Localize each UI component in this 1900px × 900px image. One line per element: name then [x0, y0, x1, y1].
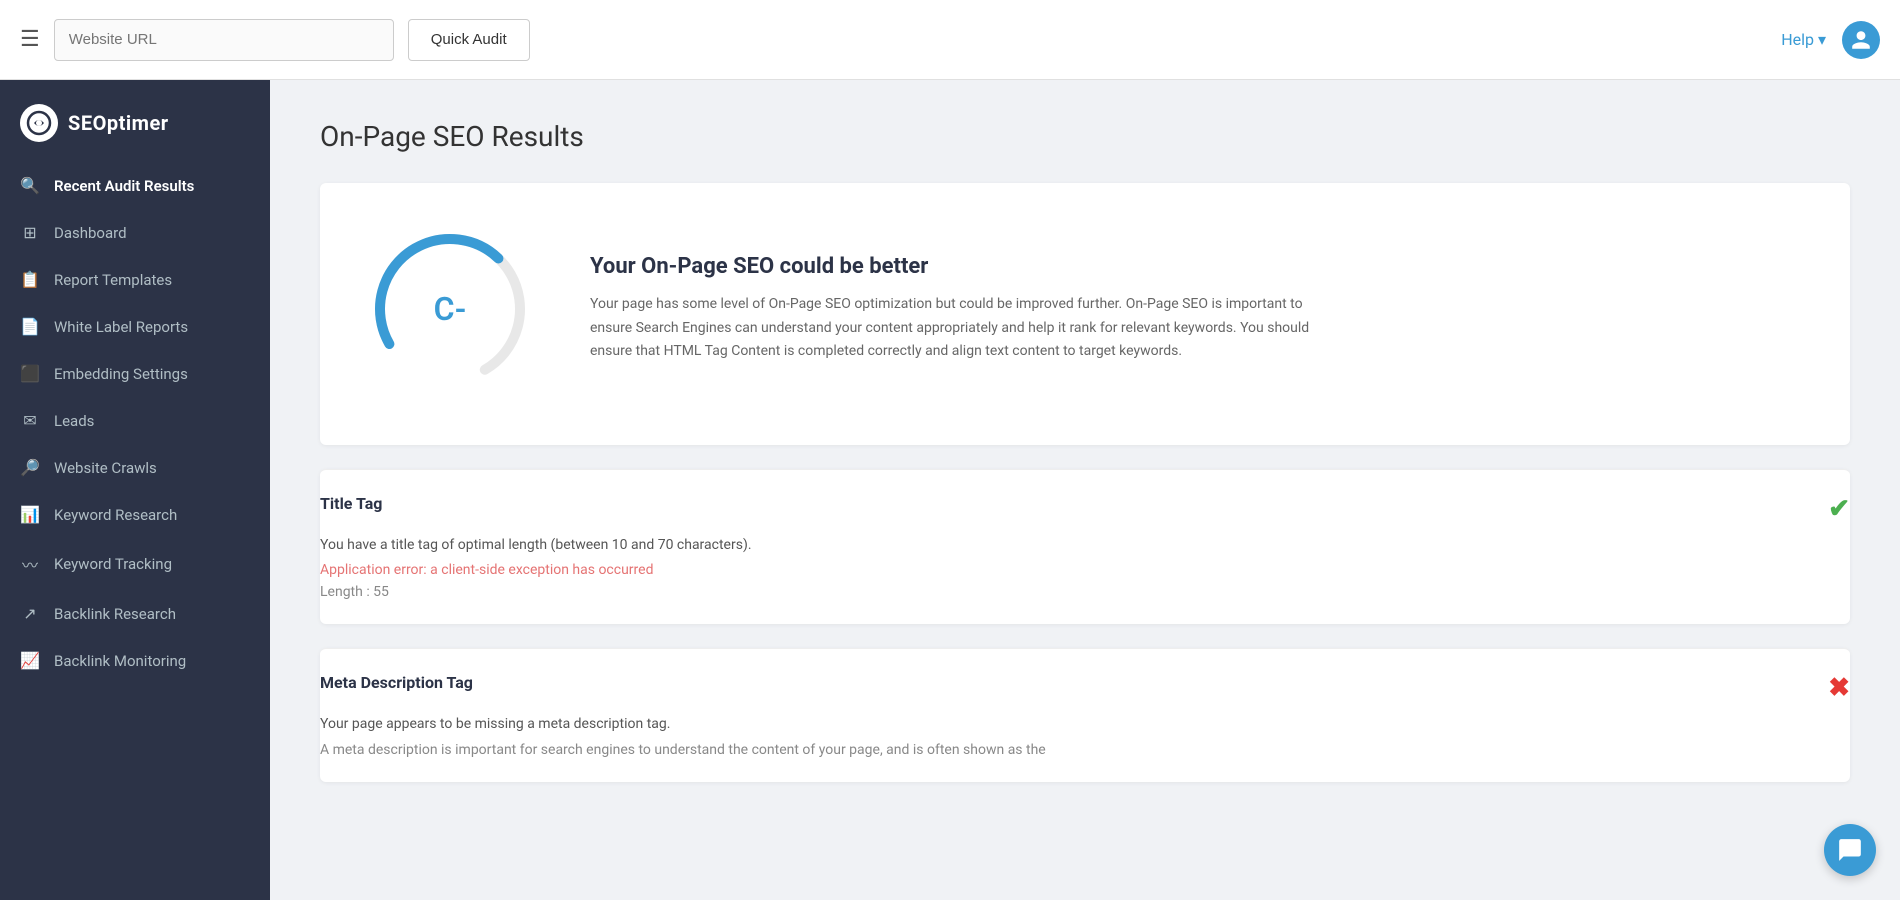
check-error: Application error: a client-side excepti… — [320, 562, 1850, 578]
sidebar-item-keyword-research[interactable]: 📊 Keyword Research — [0, 491, 270, 538]
sidebar-item-recent-audit[interactable]: 🔍 Recent Audit Results — [0, 162, 270, 209]
user-avatar[interactable] — [1842, 21, 1880, 59]
fail-icon: ✖ — [1828, 673, 1850, 703]
topbar-right: Help ▾ — [1781, 21, 1880, 59]
sidebar-icon-recent-audit: 🔍 — [20, 176, 40, 195]
sidebar-item-dashboard[interactable]: ⊞ Dashboard — [0, 209, 270, 256]
sidebar-item-keyword-tracking[interactable]: 〰 Keyword Tracking — [0, 538, 270, 590]
page-title: On-Page SEO Results — [320, 120, 1850, 153]
check-item-meta-description: Meta Description Tag ✖ Your page appears… — [320, 648, 1850, 781]
check-title: Meta Description Tag — [320, 673, 473, 692]
check-header: Meta Description Tag ✖ — [320, 673, 1850, 703]
sidebar-icon-website-crawls: 🔎 — [20, 458, 40, 477]
layout: SEOptimer 🔍 Recent Audit Results⊞ Dashbo… — [0, 80, 1900, 900]
sidebar-label-backlink-monitoring: Backlink Monitoring — [54, 652, 186, 670]
check-description: Your page appears to be missing a meta d… — [320, 713, 1850, 735]
sidebar-label-white-label-reports: White Label Reports — [54, 318, 188, 336]
check-header: Title Tag ✔ — [320, 494, 1850, 524]
sidebar-icon-white-label-reports: 📄 — [20, 317, 40, 336]
check-title: Title Tag — [320, 494, 382, 513]
topbar: ☰ Quick Audit Help ▾ — [0, 0, 1900, 80]
sidebar-icon-embedding-settings: ⬛ — [20, 364, 40, 383]
pass-icon: ✔ — [1828, 494, 1850, 524]
logo-text: SEOptimer — [68, 111, 169, 135]
sidebar-item-leads[interactable]: ✉ Leads — [0, 397, 270, 444]
sidebar-item-embedding-settings[interactable]: ⬛ Embedding Settings — [0, 350, 270, 397]
score-gauge: C- — [360, 219, 540, 399]
sidebar-label-keyword-research: Keyword Research — [54, 506, 177, 524]
help-label: Help — [1781, 30, 1814, 49]
sidebar-icon-dashboard: ⊞ — [20, 223, 40, 242]
check-meta: A meta description is important for sear… — [320, 742, 1850, 758]
score-section: C- Your On-Page SEO could be better Your… — [360, 219, 1810, 399]
sidebar-label-backlink-research: Backlink Research — [54, 605, 176, 623]
url-input[interactable] — [54, 19, 394, 61]
sidebar-item-white-label-reports[interactable]: 📄 White Label Reports — [0, 303, 270, 350]
score-card: C- Your On-Page SEO could be better Your… — [320, 183, 1850, 445]
sidebar-icon-backlink-monitoring: 📈 — [20, 651, 40, 670]
sidebar-icon-keyword-tracking: 〰 — [20, 552, 40, 576]
score-info: Your On-Page SEO could be better Your pa… — [590, 254, 1310, 364]
sidebar-label-website-crawls: Website Crawls — [54, 459, 157, 477]
sidebar-item-backlink-research[interactable]: ↗ Backlink Research — [0, 590, 270, 637]
hamburger-icon[interactable]: ☰ — [20, 27, 40, 52]
grade-label: C- — [434, 290, 467, 328]
sidebar-icon-backlink-research: ↗ — [20, 604, 40, 623]
check-meta: Length : 55 — [320, 584, 1850, 600]
sidebar-icon-report-templates: 📋 — [20, 270, 40, 289]
topbar-left: ☰ Quick Audit — [20, 19, 530, 61]
main-content: On-Page SEO Results C- Your On-Page SEO … — [270, 80, 1900, 900]
sidebar-label-leads: Leads — [54, 412, 94, 430]
sidebar-label-dashboard: Dashboard — [54, 224, 127, 242]
sidebar-label-report-templates: Report Templates — [54, 271, 172, 289]
score-headline: Your On-Page SEO could be better — [590, 254, 1310, 279]
sidebar-label-recent-audit: Recent Audit Results — [54, 177, 194, 195]
sidebar: SEOptimer 🔍 Recent Audit Results⊞ Dashbo… — [0, 80, 270, 900]
sidebar-label-embedding-settings: Embedding Settings — [54, 365, 188, 383]
sidebar-item-website-crawls[interactable]: 🔎 Website Crawls — [0, 444, 270, 491]
sidebar-label-keyword-tracking: Keyword Tracking — [54, 555, 172, 573]
check-description: You have a title tag of optimal length (… — [320, 534, 1850, 556]
sidebar-item-backlink-monitoring[interactable]: 📈 Backlink Monitoring — [0, 637, 270, 684]
sidebar-item-report-templates[interactable]: 📋 Report Templates — [0, 256, 270, 303]
logo-icon — [20, 104, 58, 142]
check-item-title-tag: Title Tag ✔ You have a title tag of opti… — [320, 469, 1850, 624]
quick-audit-button[interactable]: Quick Audit — [408, 19, 530, 61]
sidebar-logo: SEOptimer — [0, 90, 270, 162]
sidebar-icon-keyword-research: 📊 — [20, 505, 40, 524]
chevron-down-icon: ▾ — [1818, 30, 1826, 49]
chat-bubble[interactable] — [1824, 824, 1876, 876]
sidebar-icon-leads: ✉ — [20, 411, 40, 430]
score-description: Your page has some level of On-Page SEO … — [590, 293, 1310, 364]
help-button[interactable]: Help ▾ — [1781, 30, 1826, 49]
